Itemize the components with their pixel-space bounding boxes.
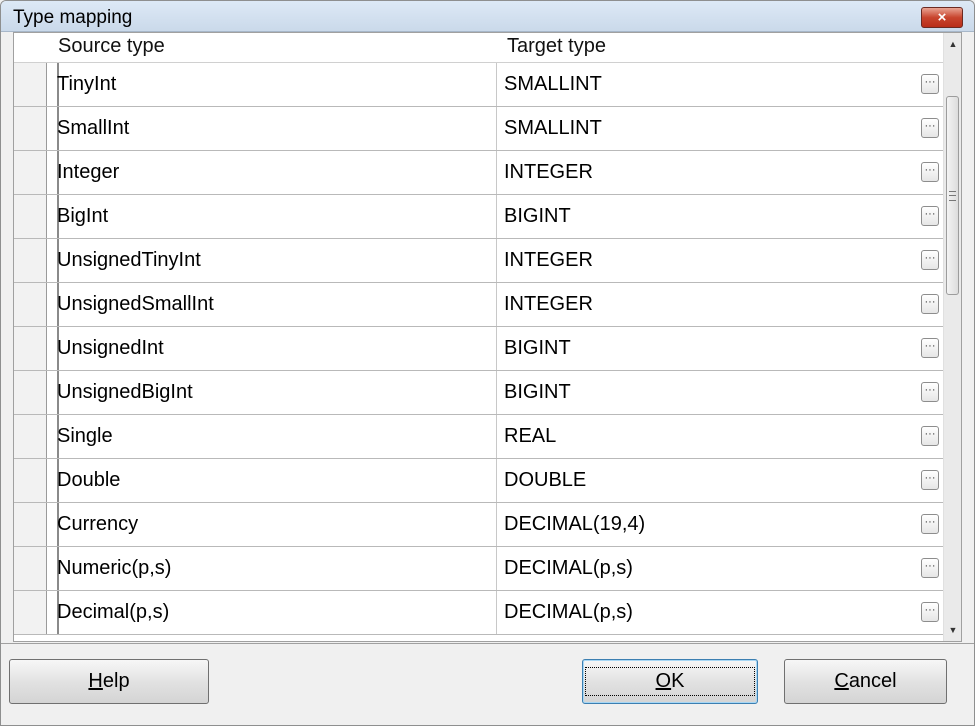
source-type-text: Numeric(p,s) xyxy=(57,557,172,579)
vertical-scrollbar[interactable]: ▲ ▼ xyxy=(943,33,961,641)
target-type-cell[interactable]: BIGINT xyxy=(504,205,571,228)
table-row[interactable]: TinyInt SMALLINT ··· xyxy=(14,63,943,107)
table-row[interactable]: SmallInt SMALLINT ··· xyxy=(14,107,943,151)
source-type-text: Double xyxy=(57,469,121,491)
close-button[interactable]: × xyxy=(921,7,963,28)
ellipsis-button[interactable]: ··· xyxy=(921,426,939,446)
cancel-button[interactable]: Cancel xyxy=(784,659,947,704)
row-indicator[interactable] xyxy=(14,63,47,106)
row-indicator[interactable] xyxy=(14,415,47,458)
target-type-cell[interactable]: INTEGER xyxy=(504,161,593,184)
table-row[interactable]: Numeric(p,s) DECIMAL(p,s) ··· xyxy=(14,547,943,591)
ok-button[interactable]: OK xyxy=(582,659,758,704)
ellipsis-button[interactable]: ··· xyxy=(921,470,939,490)
source-type-text: UnsignedBigInt xyxy=(57,381,193,403)
ellipsis-button[interactable]: ··· xyxy=(921,602,939,622)
row-indicator[interactable] xyxy=(14,547,47,590)
source-type-text: BigInt xyxy=(57,205,109,227)
target-type-cell[interactable]: INTEGER xyxy=(504,249,593,272)
table-row[interactable]: Single REAL ··· xyxy=(14,415,943,459)
ellipsis-button[interactable]: ··· xyxy=(921,206,939,226)
cancel-button-label: Cancel xyxy=(834,670,897,692)
target-type-cell[interactable]: BIGINT xyxy=(504,337,571,360)
row-indicator[interactable] xyxy=(14,327,47,370)
ellipsis-button[interactable]: ··· xyxy=(921,338,939,358)
table-row[interactable]: UnsignedTinyInt INTEGER ··· xyxy=(14,239,943,283)
target-type-cell[interactable]: DECIMAL(p,s) xyxy=(504,601,633,624)
row-indicator[interactable] xyxy=(14,195,47,238)
source-type-cell[interactable] xyxy=(57,459,497,502)
table-row[interactable]: UnsignedInt BIGINT ··· xyxy=(14,327,943,371)
row-indicator[interactable] xyxy=(14,503,47,546)
row-indicator[interactable] xyxy=(14,239,47,282)
row-indicator[interactable] xyxy=(14,459,47,502)
type-mapping-dialog: Type mapping × Source type Target type T… xyxy=(0,0,975,726)
column-header-source-type[interactable]: Source type xyxy=(58,35,165,58)
help-button-label: Help xyxy=(88,670,130,692)
table-row[interactable]: Decimal(p,s) DECIMAL(p,s) ··· xyxy=(14,591,943,635)
ellipsis-button[interactable]: ··· xyxy=(921,118,939,138)
source-type-text: UnsignedTinyInt xyxy=(57,249,201,271)
title-bar: Type mapping × xyxy=(1,1,974,32)
source-type-cell[interactable] xyxy=(57,195,497,238)
ellipsis-button[interactable]: ··· xyxy=(921,250,939,270)
source-type-cell[interactable] xyxy=(57,63,497,106)
table-row[interactable]: Double DOUBLE ··· xyxy=(14,459,943,503)
source-type-text: TinyInt xyxy=(57,73,117,95)
ok-button-label: OK xyxy=(584,667,756,696)
ellipsis-button[interactable]: ··· xyxy=(921,558,939,578)
row-indicator[interactable] xyxy=(14,283,47,326)
source-type-cell[interactable] xyxy=(57,151,497,194)
table-row[interactable]: UnsignedBigInt BIGINT ··· xyxy=(14,371,943,415)
row-indicator[interactable] xyxy=(14,591,47,634)
source-type-text: Decimal(p,s) xyxy=(57,601,170,623)
source-type-text: SmallInt xyxy=(57,117,130,139)
row-indicator[interactable] xyxy=(14,151,47,194)
source-type-text: Single xyxy=(57,425,113,447)
scroll-up-arrow-icon[interactable]: ▲ xyxy=(944,35,961,53)
dialog-title: Type mapping xyxy=(13,7,133,28)
table-row[interactable]: BigInt BIGINT ··· xyxy=(14,195,943,239)
target-type-cell[interactable]: SMALLINT xyxy=(504,117,602,140)
grid-header: Source type Target type xyxy=(14,33,943,63)
source-type-cell[interactable] xyxy=(57,415,497,458)
target-type-cell[interactable]: DOUBLE xyxy=(504,469,586,492)
source-type-text: Integer xyxy=(57,161,120,183)
dialog-footer: Help OK Cancel xyxy=(1,644,974,725)
target-type-cell[interactable]: BIGINT xyxy=(504,381,571,404)
ellipsis-button[interactable]: ··· xyxy=(921,514,939,534)
ellipsis-button[interactable]: ··· xyxy=(921,162,939,182)
column-header-target-type[interactable]: Target type xyxy=(507,35,606,58)
ellipsis-button[interactable]: ··· xyxy=(921,294,939,314)
row-indicator[interactable] xyxy=(14,107,47,150)
row-indicator[interactable] xyxy=(14,371,47,414)
source-type-text: Currency xyxy=(57,513,139,535)
source-type-text: UnsignedSmallInt xyxy=(57,293,214,315)
ellipsis-button[interactable]: ··· xyxy=(921,74,939,94)
scrollbar-thumb[interactable] xyxy=(946,96,959,295)
table-row[interactable]: Currency DECIMAL(19,4) ··· xyxy=(14,503,943,547)
target-type-cell[interactable]: REAL xyxy=(504,425,556,448)
help-button[interactable]: Help xyxy=(9,659,209,704)
target-type-cell[interactable]: DECIMAL(p,s) xyxy=(504,557,633,580)
type-mapping-grid: Source type Target type TinyInt SMALLINT ·… xyxy=(13,32,962,642)
grip-icon xyxy=(949,191,956,201)
table-row[interactable]: UnsignedSmallInt INTEGER ··· xyxy=(14,283,943,327)
source-type-text: UnsignedInt xyxy=(57,337,164,359)
target-type-cell[interactable]: SMALLINT xyxy=(504,73,602,96)
ellipsis-button[interactable]: ··· xyxy=(921,382,939,402)
table-row[interactable]: Integer INTEGER ··· xyxy=(14,151,943,195)
scroll-down-arrow-icon[interactable]: ▼ xyxy=(944,621,961,639)
close-icon: × xyxy=(937,9,947,26)
target-type-cell[interactable]: INTEGER xyxy=(504,293,593,316)
target-type-cell[interactable]: DECIMAL(19,4) xyxy=(504,513,645,536)
